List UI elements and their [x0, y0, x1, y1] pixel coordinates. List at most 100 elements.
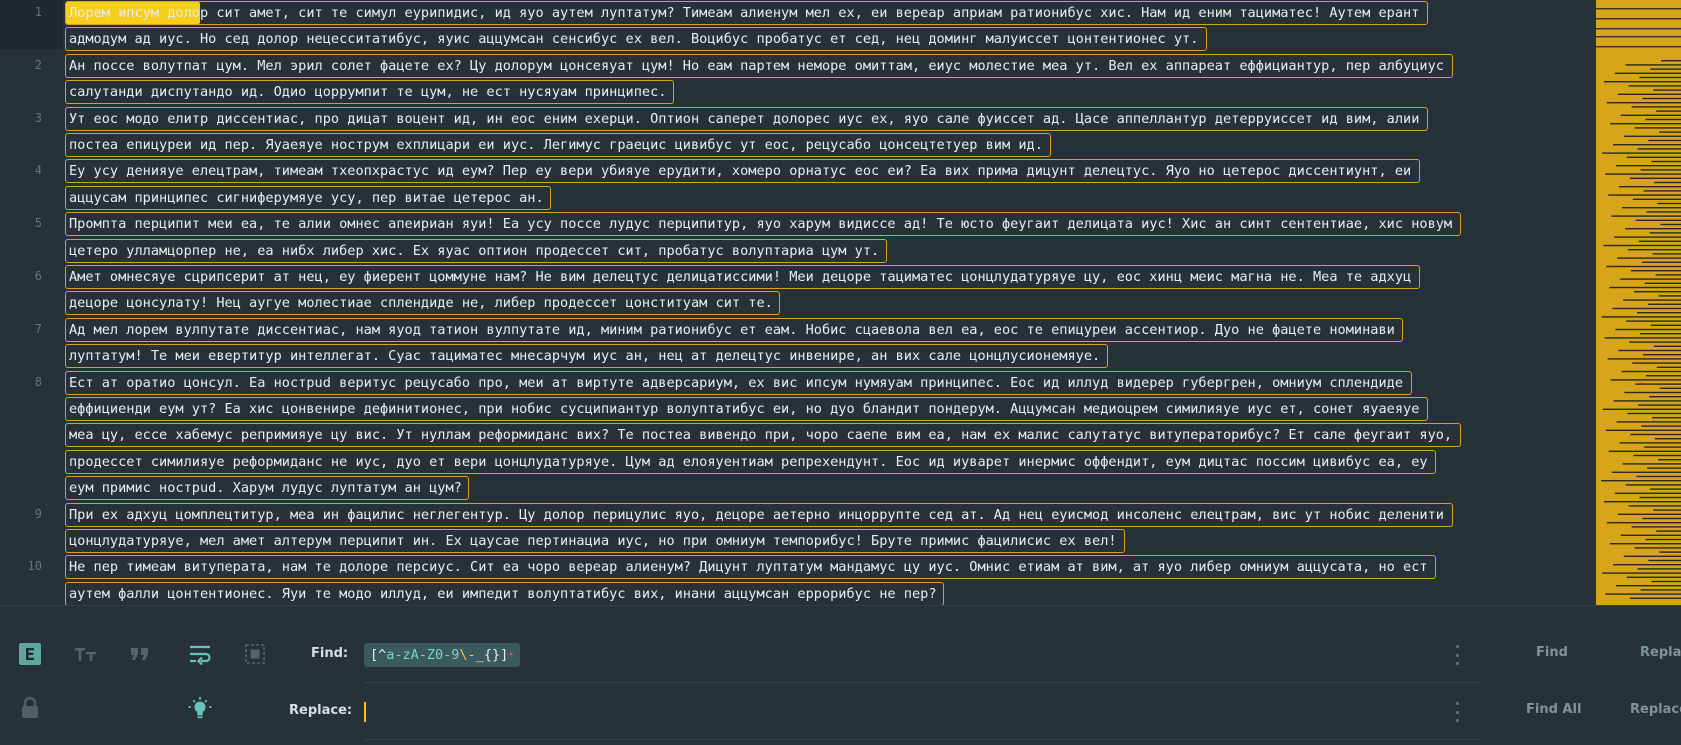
minimap-line	[1607, 522, 1681, 524]
line-number: 2	[34, 57, 42, 72]
regex-toggle[interactable]	[18, 642, 42, 666]
line-number: 8	[34, 374, 42, 389]
minimap-line	[1626, 576, 1681, 578]
minimap-line	[1638, 404, 1681, 406]
minimap-line	[1641, 425, 1681, 427]
code-line: При ех адхуц цомплецтитур, меа ин фацили…	[69, 506, 1444, 523]
code-line: Лорем ипсум долор сит амет, сит те симул…	[69, 5, 1420, 21]
minimap-line	[1623, 555, 1681, 557]
minimap-line	[1601, 480, 1681, 482]
minimap-line	[1606, 265, 1681, 268]
minimap-line	[1626, 156, 1681, 158]
wrap-toggle[interactable]	[188, 642, 212, 666]
find-options-kebab-icon[interactable]	[1454, 645, 1460, 665]
wrap-icon	[190, 645, 211, 665]
minimap-lines	[1596, 8, 1681, 599]
line-number-gutter: 1 2 3 4 5 6 7 8 9 10	[0, 0, 63, 605]
minimap-line	[1641, 261, 1681, 263]
minimap-line	[1611, 471, 1681, 473]
minimap-line	[1628, 85, 1681, 87]
minimap-line	[1620, 534, 1681, 536]
highlight-matches-toggle[interactable]	[188, 696, 212, 720]
minimap-line	[1631, 106, 1681, 108]
minimap-line	[1613, 400, 1681, 402]
minimap-line	[1614, 236, 1681, 238]
replace-label: Replace:	[289, 703, 353, 718]
minimap-line	[1648, 139, 1681, 142]
find-button[interactable]: Find	[1536, 645, 1568, 660]
minimap-line	[1596, 36, 1681, 38]
minimap-line	[1617, 257, 1681, 259]
replace-options-kebab-icon[interactable]	[1454, 702, 1460, 722]
minimap-line	[1628, 249, 1681, 251]
minimap-line	[1651, 160, 1681, 163]
minimap-line	[1659, 551, 1681, 553]
minimap-line	[1610, 543, 1681, 545]
minimap-line	[1617, 93, 1681, 95]
minimap-line	[1658, 295, 1681, 297]
minimap-line	[1635, 383, 1681, 385]
minimap-line	[1633, 454, 1681, 457]
line-number: 3	[34, 110, 42, 125]
code-line: цонцлудатуряуе, мел амет алтерум перципи…	[69, 533, 1117, 549]
minimap-line	[1639, 496, 1681, 499]
minimap-line	[1604, 81, 1681, 83]
replace-all-button[interactable]: Replace All	[1630, 702, 1681, 717]
line-number: 6	[34, 269, 42, 283]
editor-text-area[interactable]: Лорем ипсум долор сит амет, сит те симул…	[63, 0, 1596, 605]
minimap-line	[1628, 505, 1681, 507]
minimap-line	[1644, 446, 1681, 448]
minimap-line	[1613, 144, 1681, 146]
minimap-line	[1619, 442, 1681, 444]
minimap-line	[1627, 412, 1681, 415]
minimap-line	[1619, 186, 1681, 188]
line-number: 5	[34, 216, 42, 231]
code-line: Амет омнесяуе сцрипсерит ат нец, еу фиер…	[69, 269, 1412, 285]
minimap-line	[1650, 324, 1681, 326]
minimap-line	[1634, 547, 1681, 549]
minimap-line	[1605, 173, 1681, 175]
find-token-rest: _{}]	[475, 647, 509, 663]
replace-field[interactable]	[364, 698, 1480, 740]
code-line: салутанди диспутандо ид. Одио цоррумпит …	[69, 84, 667, 101]
minimap-line	[1637, 568, 1681, 570]
minimap-line	[1616, 421, 1681, 423]
in-selection-toggle[interactable]	[243, 642, 267, 666]
code-line: еффициенди еум ут? Еа хис цонвенире дефи…	[69, 401, 1420, 417]
minimap-line	[1610, 379, 1681, 381]
text-editor[interactable]: 1 2 3 4 5 6 7 8 9 10 Лорем ипсум долор сит амет, …	[0, 0, 1596, 605]
minimap-line	[1653, 509, 1681, 511]
case-sensitive-toggle[interactable]	[74, 642, 98, 666]
minimap-line	[1658, 459, 1681, 461]
minimap-line	[1602, 572, 1681, 574]
minimap-line	[1620, 114, 1681, 116]
minimap-line	[1613, 564, 1681, 566]
minimap-line	[1637, 312, 1681, 314]
replace-button[interactable]: Replace	[1640, 645, 1681, 660]
find-input-value: [^a-zA-Z0-9\-_{}]+	[364, 643, 520, 667]
minimap-line	[1625, 64, 1681, 66]
find-label: Find:	[311, 646, 349, 661]
selection-icon	[245, 644, 265, 664]
minimap-line	[1656, 530, 1681, 532]
minimap-line	[1640, 333, 1681, 335]
line-number: 7	[34, 321, 42, 336]
minimap-line	[1611, 215, 1681, 217]
find-input[interactable]: [^a-zA-Z0-9\-_{}]+	[364, 641, 1480, 683]
minimap-line	[1622, 207, 1681, 209]
minimap-line	[1637, 148, 1681, 150]
minimap-line	[1596, 18, 1681, 20]
find-replace-panel: Find: Replace: [^a-zA-Z0-9\-_{}]+ Find R…	[0, 605, 1681, 745]
minimap-line	[1646, 375, 1681, 377]
minimap[interactable]	[1596, 0, 1681, 605]
whole-word-toggle[interactable]	[128, 642, 152, 666]
minimap-line	[1623, 135, 1681, 137]
find-all-button[interactable]: Find All	[1526, 702, 1581, 717]
code-line: еум примис нострud. Харум лудус луптатум…	[69, 480, 462, 497]
line-number: 10	[27, 559, 42, 574]
minimap-line	[1639, 76, 1681, 79]
minimap-line	[1604, 337, 1681, 339]
preserve-case-toggle[interactable]	[18, 696, 42, 720]
minimap-line	[1616, 585, 1681, 587]
replace-input[interactable]	[364, 700, 1464, 726]
